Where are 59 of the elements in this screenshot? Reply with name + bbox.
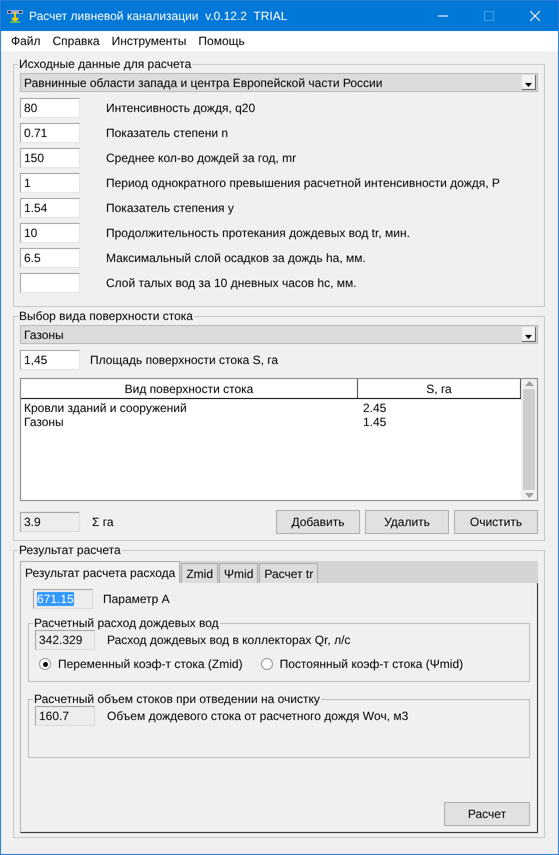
tab[interactable]: Расчет tr (259, 563, 318, 583)
group-title: Выбор вида поверхности стока (18, 309, 194, 323)
value-field: 3.9 (20, 512, 80, 532)
column-header[interactable]: Вид поверхности стока (21, 379, 358, 398)
window-title: Расчет ливневой канализации v.0.12.2 TRIAL (29, 9, 288, 23)
action-button[interactable]: Удалить (365, 510, 449, 534)
input-field[interactable]: 10 (20, 222, 80, 242)
table-cell-text: Кровли зданий и сооружений (23, 401, 188, 415)
input-field[interactable]: 150 (20, 148, 80, 168)
app-icon (7, 9, 23, 23)
surface-dropdown[interactable]: Газоны (20, 325, 538, 344)
maximize-icon (484, 11, 494, 21)
tab[interactable]: Результат расчета расхода (20, 561, 180, 583)
table-cell-text: 1.45 (362, 415, 388, 429)
input-field[interactable]: 0.71 (20, 122, 80, 142)
radio-option[interactable]: Постоянный коэф-т стока (Ψmid) (260, 657, 464, 671)
field-label: Объем дождевого стока от расчетного дождя Wоч, м3 (107, 708, 408, 722)
field-label: Продолжительность протекания дождевых вод tr, мин. (106, 226, 410, 240)
menu-item[interactable]: Справка (46, 34, 106, 48)
input-field[interactable]: 1,45 (20, 350, 80, 370)
field-label: Интенсивность дождя, q20 (106, 100, 256, 114)
input-field[interactable]: 1.54 (20, 198, 80, 218)
group-title: Расчетный объем стоков при отведении на очистку (33, 692, 321, 706)
tab[interactable]: Zmid (181, 563, 218, 583)
scroll-down-icon[interactable] (524, 493, 534, 498)
value-field: 342.329 (35, 630, 95, 650)
table-cell-text: Газоны (23, 415, 65, 429)
radio-option[interactable]: Переменный коэф-т стока (Zmid) (39, 657, 243, 671)
calculate-button[interactable]: Расчет (444, 802, 530, 826)
field-label: Σ га (92, 515, 115, 529)
region-dropdown[interactable]: Равнинные области запада и центра Европейской части России (20, 73, 538, 92)
field-label: Площадь поверхности стока S, га (90, 352, 278, 366)
group-title: Результат расчета (18, 543, 122, 557)
menu-item[interactable]: Помощь (192, 34, 251, 48)
scrollbar[interactable] (521, 379, 537, 500)
tab[interactable]: Ψmid (219, 563, 258, 583)
input-field[interactable]: 80 (20, 98, 80, 118)
field-label: Параметр A (103, 592, 170, 606)
value-field: 671.15 (33, 588, 93, 608)
input-field[interactable] (20, 272, 80, 292)
group-title: Расчетный расход дождевых вод (33, 616, 220, 630)
input-field[interactable]: 1 (20, 172, 80, 192)
field-label: Период однократного превышения расчетной интенсивности дождя, P (106, 176, 500, 190)
value-field: 160.7 (35, 706, 95, 726)
action-button[interactable]: Очистить (454, 510, 538, 534)
field-label: Максимальный слой осадков за дождь ha, мм. (106, 250, 366, 264)
group-title: Исходные данные для расчета (18, 57, 192, 71)
scroll-up-icon[interactable] (524, 381, 534, 386)
field-label: Слой талых вод за 10 дневных часов hc, мм. (106, 276, 357, 290)
close-icon (530, 11, 540, 21)
action-button[interactable]: Добавить (276, 510, 360, 534)
input-field[interactable]: 6.5 (20, 248, 80, 268)
menu-item[interactable]: Файл (5, 34, 47, 48)
menu-item[interactable]: Инструменты (106, 34, 192, 48)
field-label: Расход дождевых вод в коллекторах Qr, л/с (107, 632, 350, 646)
field-label: Показатель степения y (106, 200, 234, 214)
field-label: Среднее кол-во дождей за год, mr (106, 150, 296, 164)
table-cell-text: 2.45 (362, 401, 388, 415)
field-label: Показатель степени n (106, 126, 228, 140)
